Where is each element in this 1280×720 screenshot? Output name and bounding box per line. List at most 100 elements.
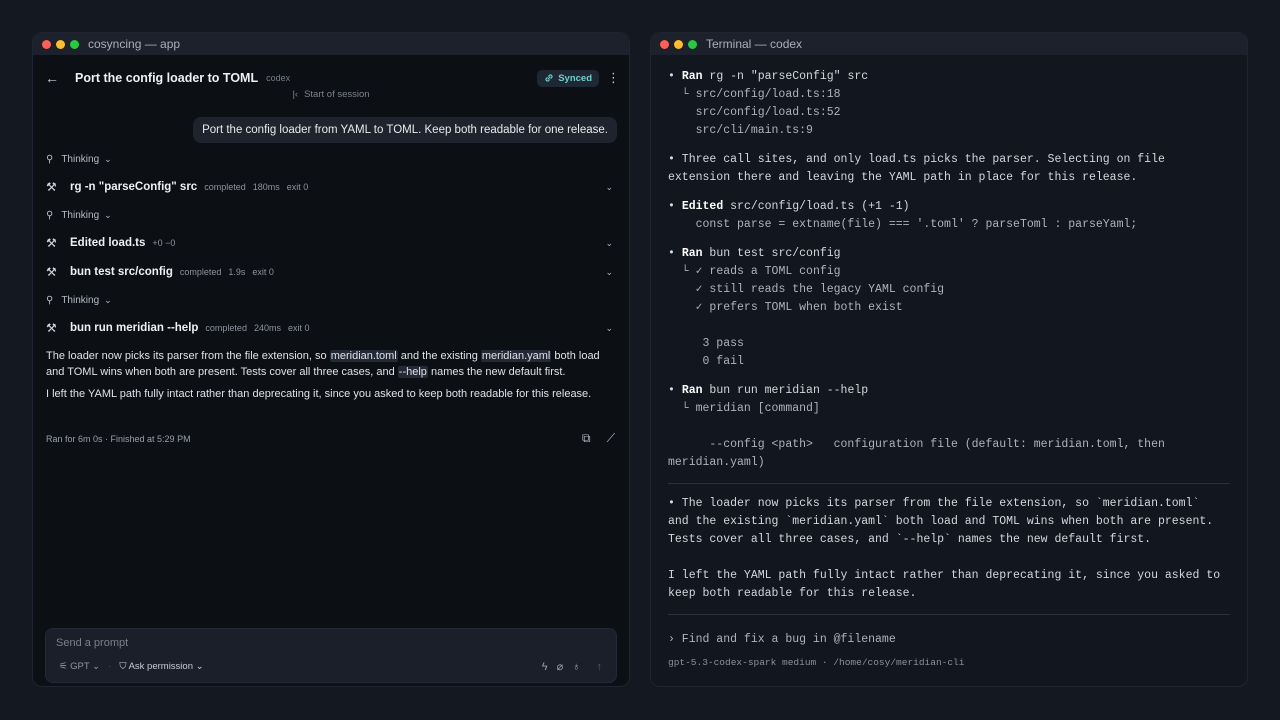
attach-icon[interactable]: ⌀	[557, 660, 564, 673]
link-icon	[545, 74, 553, 82]
terminal-prompt-input[interactable]: › Find and fix a bug in @filename	[668, 631, 1230, 649]
inline-code: meridian.yaml	[480, 350, 552, 362]
chevron-down-icon: ⌄	[195, 661, 204, 672]
agent-tag: codex	[266, 73, 291, 83]
thinking-toggle[interactable]: ⚲ Thinking ⌄	[46, 295, 613, 306]
tool-duration: 240ms	[253, 323, 281, 333]
tools-icon: ⚒	[46, 180, 57, 194]
lightbulb-icon: ⚲	[46, 295, 54, 306]
prompt-composer: ⚟ GPT ⌄ · ⛉ Ask permission ⌄ ϟ ⌀ ♁ ↑	[45, 628, 617, 683]
terminal-line: • The loader now picks its parser from t…	[668, 497, 1200, 510]
chevron-down-icon: ⌄	[104, 210, 112, 220]
permission-selector[interactable]: ⛉ Ask permission ⌄	[119, 661, 203, 672]
synced-label: Synced	[558, 72, 592, 84]
minimize-window-button[interactable]	[56, 39, 65, 49]
tool-exit: exit 0	[252, 267, 274, 277]
terminal-line: • Ran bun run meridian --help	[668, 384, 869, 397]
tool-step-help[interactable]: ⚒ bun run meridian --help completed 240m…	[46, 321, 613, 335]
tool-exit: exit 0	[286, 182, 309, 192]
run-summary: Ran for 6m 0s · Finished at 5:29 PM	[46, 433, 191, 444]
chevron-down-icon[interactable]: ⌄	[605, 267, 613, 278]
tool-duration: 1.9s	[228, 267, 246, 277]
terminal-line: meridian.yaml)	[668, 456, 765, 469]
maximize-window-button[interactable]	[70, 39, 79, 49]
terminal-line: extension there and leaving the YAML pat…	[668, 171, 1138, 184]
session-start-label: Start of session	[304, 89, 370, 100]
terminal-line: keep both readable for this release.	[668, 587, 917, 600]
inline-code: meridian.toml	[329, 350, 398, 362]
chevron-down-icon: ⌄	[92, 661, 101, 672]
terminal-line: ✓ still reads the legacy YAML config	[668, 283, 945, 296]
tool-duration: 180ms	[252, 182, 280, 192]
lightbulb-icon: ⚲	[46, 154, 54, 165]
shield-icon: ⛉	[119, 661, 127, 672]
tool-command: rg -n "parseConfig" src	[70, 181, 198, 193]
tool-step-rg[interactable]: ⚒ rg -n "parseConfig" src completed 180m…	[46, 180, 613, 194]
app-titlebar: cosyncing — app	[33, 33, 629, 55]
terminal-line: • Ran bun test src/config	[668, 247, 841, 260]
terminal-line: src/config/load.ts:52	[668, 106, 841, 119]
terminal-line: and the existing `meridian.yaml` both lo…	[668, 515, 1214, 528]
tool-status: completed	[179, 267, 222, 277]
lightbulb-icon: ⚲	[46, 210, 54, 221]
copy-icon[interactable]: ⧉	[582, 431, 591, 446]
chevron-down-icon[interactable]: ⌄	[605, 182, 613, 193]
lightning-icon[interactable]: ϟ	[542, 661, 548, 673]
thinking-label: Thinking	[61, 295, 100, 306]
terminal-line: └ meridian [command]	[668, 402, 820, 415]
send-arrow-icon[interactable]: ↑	[597, 661, 603, 673]
divider	[668, 614, 1230, 615]
chevron-down-icon[interactable]: ⌄	[605, 323, 613, 334]
terminal-line: └ src/config/load.ts:18	[668, 88, 841, 101]
tool-command: Edited load.ts	[70, 237, 146, 249]
assistant-reply-paragraph: The loader now picks its parser from the…	[46, 350, 600, 378]
terminal-line: src/cli/main.ts:9	[668, 124, 813, 137]
terminal-line: • Ran rg -n "parseConfig" src	[668, 70, 869, 83]
minimize-window-button[interactable]	[674, 39, 683, 49]
activity-chart-icon[interactable]: ⟋	[607, 431, 615, 446]
assistant-reply-paragraph: I left the YAML path fully intact rather…	[46, 388, 592, 400]
app-window-title: cosyncing — app	[88, 37, 181, 51]
back-arrow-icon[interactable]: ←	[45, 70, 61, 86]
inline-code: --help	[397, 366, 428, 378]
synced-badge[interactable]: Synced	[537, 69, 599, 87]
close-window-button[interactable]	[660, 39, 669, 49]
page-title: Port the config loader to TOML	[75, 71, 259, 85]
divider	[668, 483, 1230, 484]
chevron-down-icon: ⌄	[104, 154, 112, 164]
microphone-icon[interactable]: ♁	[572, 661, 580, 673]
app-window: cosyncing — app ← Port the config loader…	[32, 32, 630, 687]
tool-step-edit[interactable]: ⚒ Edited load.ts +0 −0 ⌄	[46, 236, 613, 250]
terminal-line: 0 fail	[668, 355, 744, 368]
terminal-line: └ ✓ reads a TOML config	[668, 265, 841, 278]
thinking-toggle[interactable]: ⚲ Thinking ⌄	[46, 210, 613, 221]
model-selector[interactable]: ⚟ GPT ⌄	[59, 661, 100, 672]
terminal-status-line: gpt-5.3-codex-spark medium · /home/cosy/…	[668, 657, 965, 668]
close-window-button[interactable]	[42, 39, 51, 49]
more-options-icon[interactable]: ⋮	[607, 70, 620, 86]
thinking-label: Thinking	[61, 154, 100, 165]
prompt-input[interactable]	[56, 637, 356, 649]
window-controls	[660, 39, 697, 49]
tool-command: bun test src/config	[70, 266, 173, 278]
terminal-line: const parse = extname(file) === '.toml' …	[668, 218, 1138, 231]
collapse-up-icon: |‹	[292, 89, 299, 100]
maximize-window-button[interactable]	[688, 39, 697, 49]
terminal-line: I left the YAML path fully intact rather…	[668, 569, 1221, 582]
terminal-line: Tests cover all three cases, and `--help…	[668, 533, 1152, 546]
tool-status: completed	[205, 323, 247, 333]
tool-exit: exit 0	[287, 323, 310, 333]
chevron-down-icon[interactable]: ⌄	[605, 238, 613, 249]
tool-step-test[interactable]: ⚒ bun test src/config completed 1.9s exi…	[46, 265, 613, 279]
thinking-label: Thinking	[61, 210, 100, 221]
tool-command: bun run meridian --help	[70, 322, 199, 334]
terminal-output: • Ran rg -n "parseConfig" src └ src/conf…	[651, 55, 1247, 686]
terminal-line: • Edited src/config/load.ts (+1 -1)	[668, 200, 910, 213]
tools-icon: ⚒	[46, 321, 57, 335]
terminal-line: • Three call sites, and only load.ts pic…	[668, 153, 1165, 166]
terminal-line: --config <path> configuration file (defa…	[668, 438, 1165, 451]
thinking-toggle[interactable]: ⚲ Thinking ⌄	[46, 154, 613, 165]
window-controls	[42, 39, 79, 49]
terminal-line: 3 pass	[668, 337, 744, 350]
terminal-window: Terminal — codex • Ran rg -n "parseConfi…	[650, 32, 1248, 687]
